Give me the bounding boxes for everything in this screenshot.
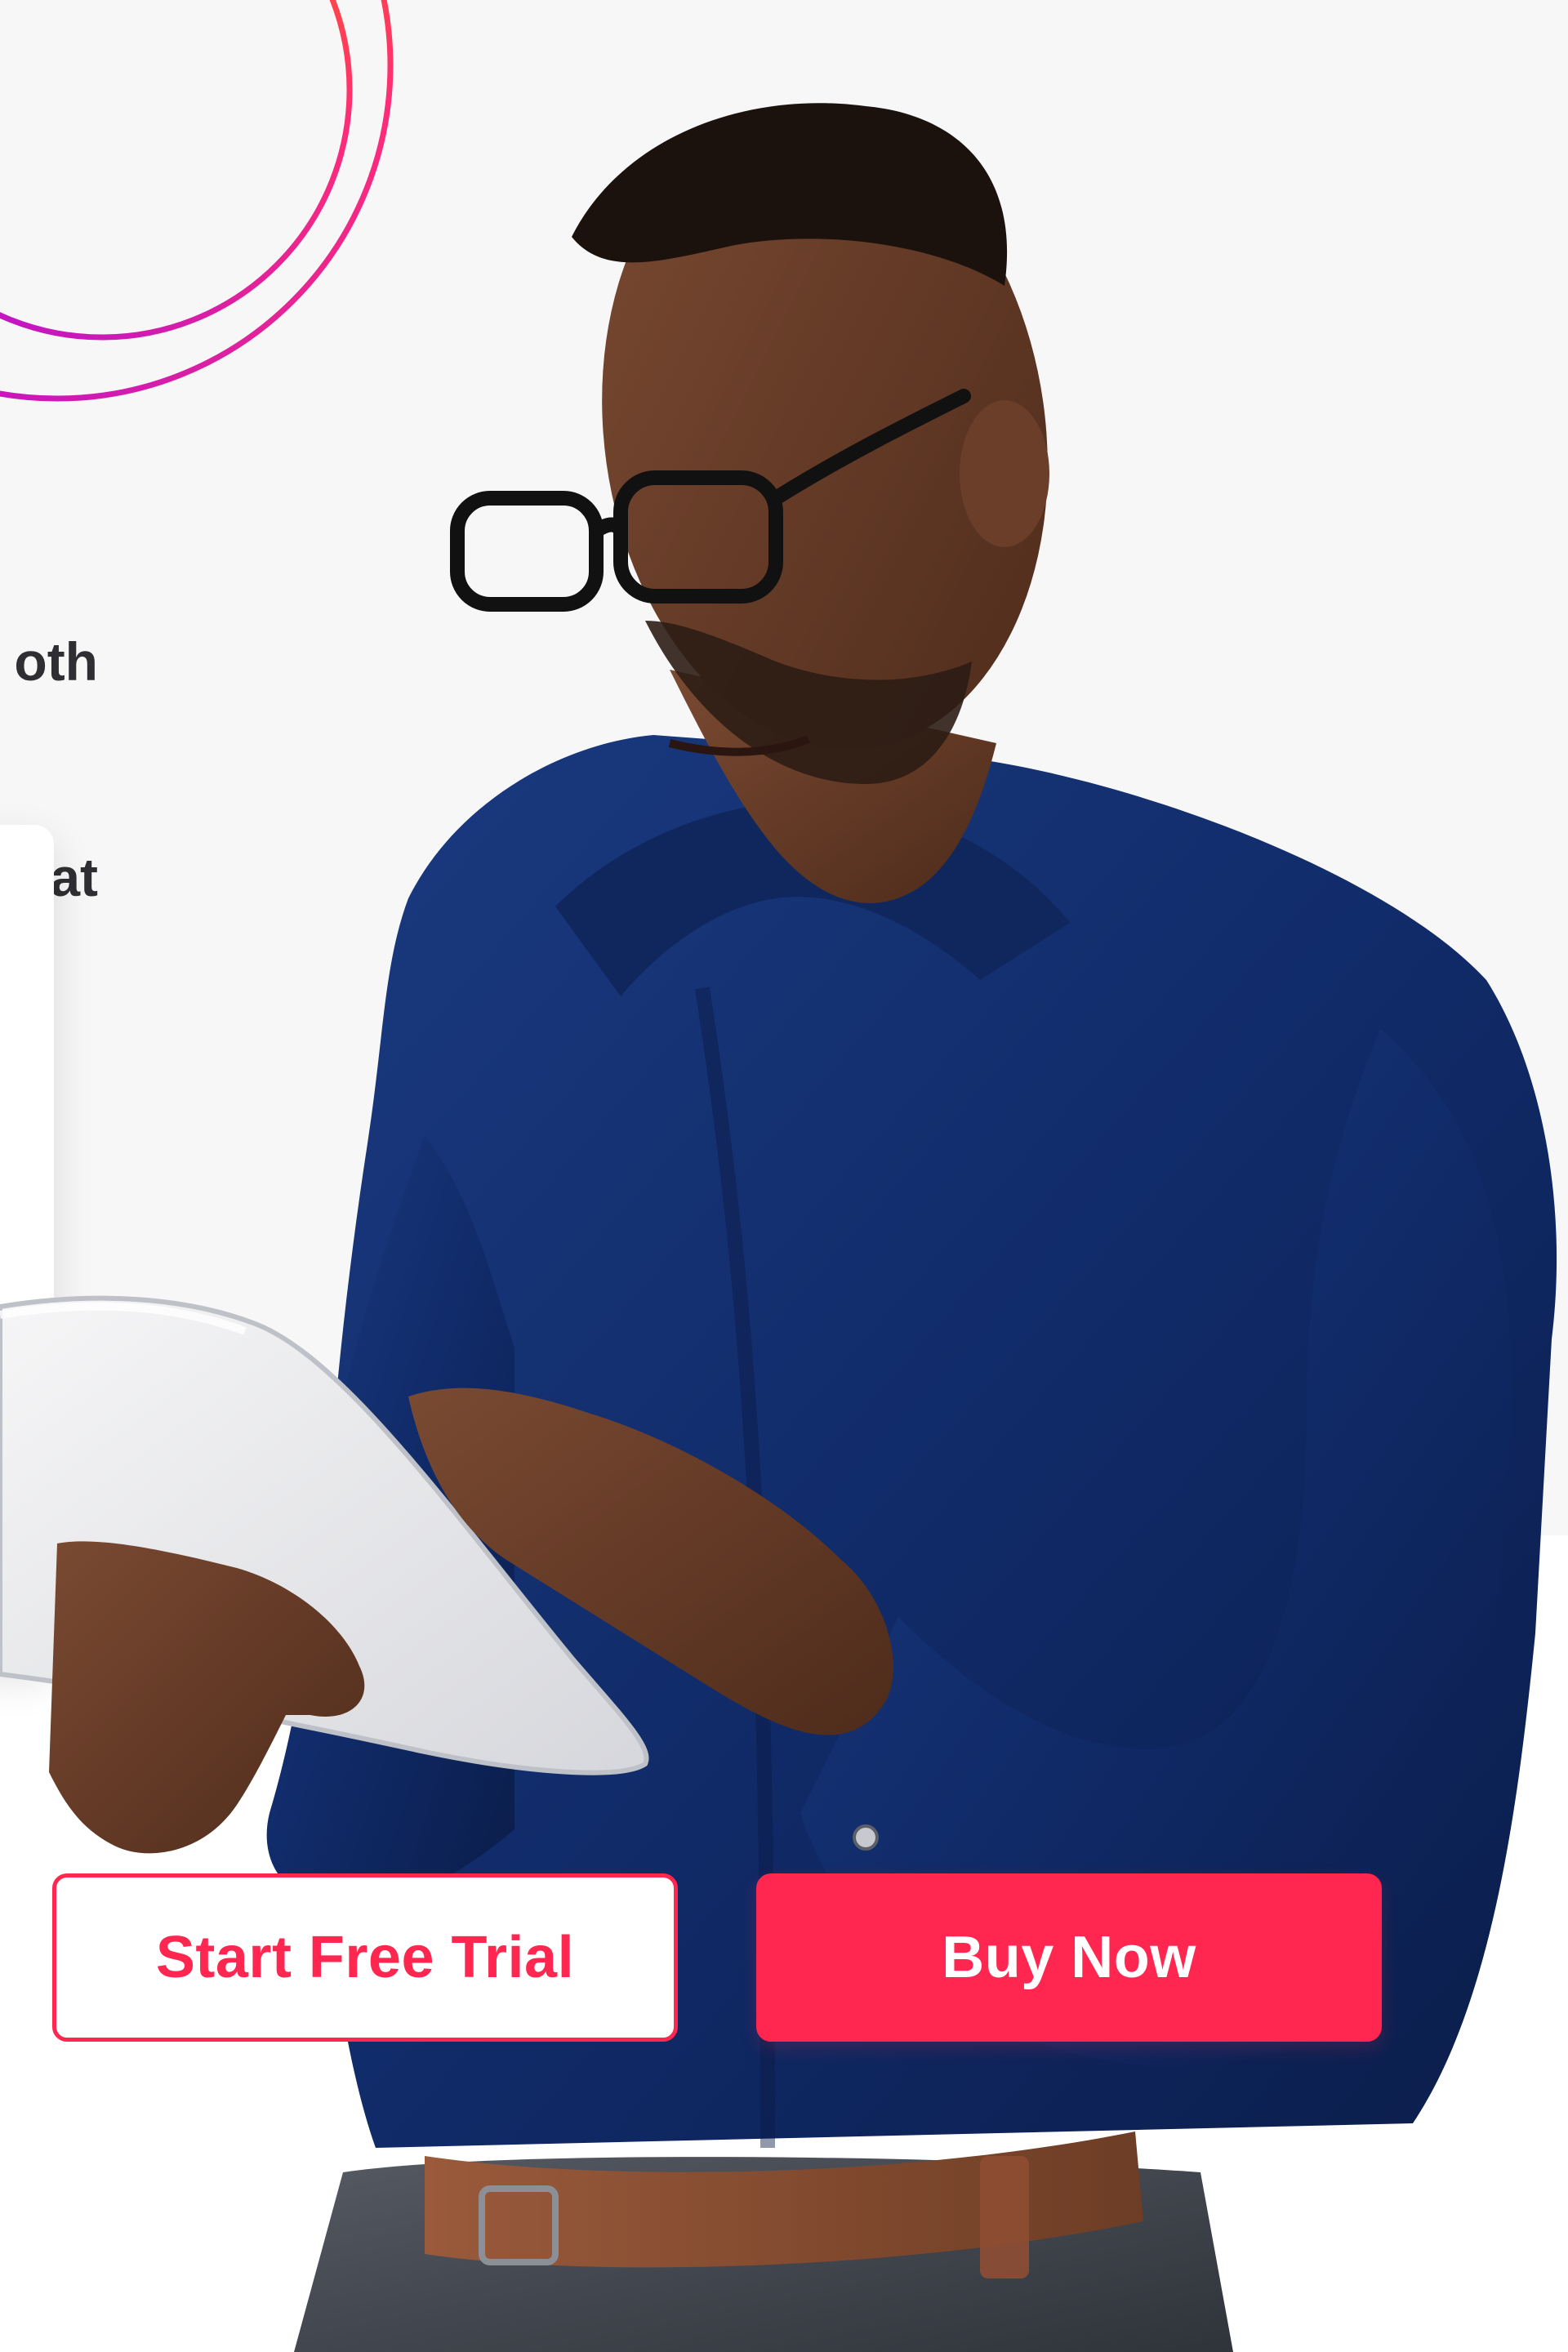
cuff-button (853, 1824, 879, 1851)
left-lens (450, 491, 604, 612)
hero-section: oth at Start Free Trial Buy Now (0, 0, 1568, 2352)
glasses-bridge (589, 517, 628, 538)
belt-loop (980, 2156, 1029, 2278)
buy-now-button[interactable]: Buy Now (756, 1873, 1382, 2042)
start-free-trial-button[interactable]: Start Free Trial (52, 1873, 678, 2042)
cta-button-row: Start Free Trial Buy Now (52, 1873, 1382, 2045)
ear (960, 400, 1049, 547)
